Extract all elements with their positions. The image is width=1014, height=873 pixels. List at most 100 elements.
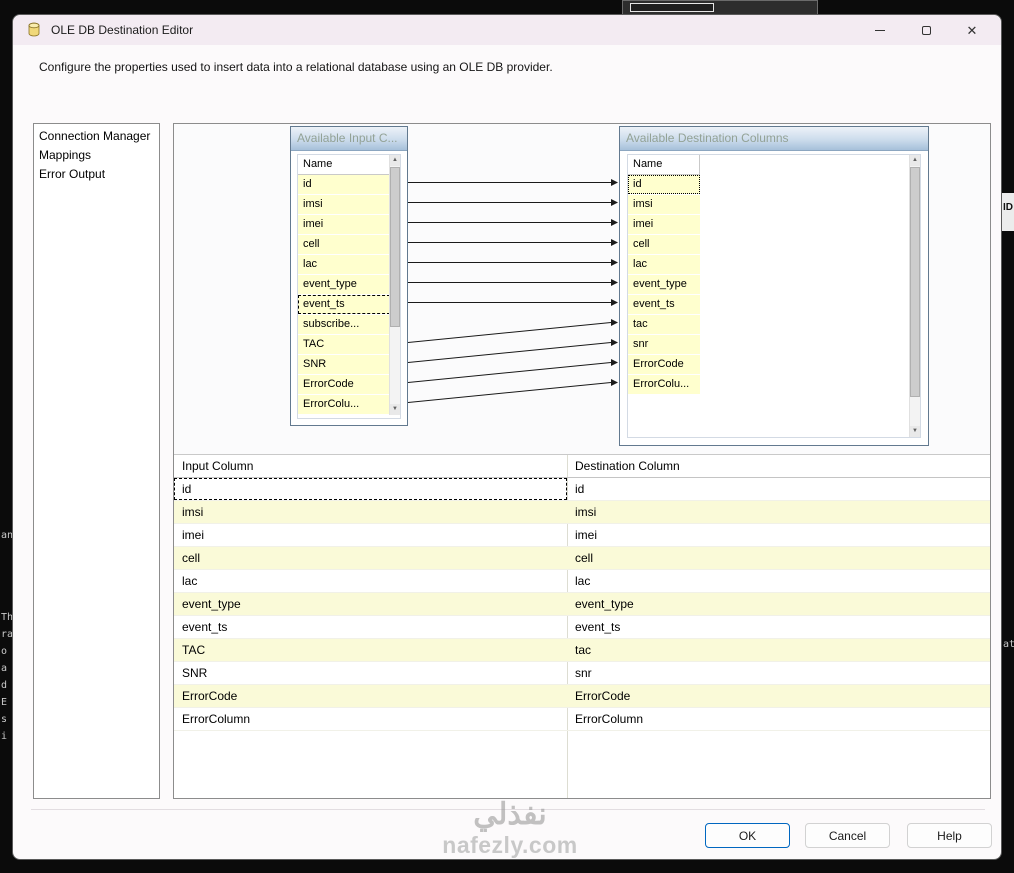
input-columns-rows: id imsi imei cell lac event_type event_ts subsc…	[298, 175, 390, 415]
mapping-arrow-icon	[611, 339, 618, 346]
input-column-cell[interactable]: cell	[174, 547, 567, 569]
input-column-item[interactable]: imsi	[298, 195, 390, 214]
available-input-columns-caption: Available Input C...	[291, 127, 407, 151]
destination-column-cell[interactable]: ErrorCode	[567, 685, 990, 707]
scroll-down-icon[interactable]: ▼	[910, 426, 920, 437]
mapping-line[interactable]	[408, 382, 612, 403]
scroll-up-icon[interactable]: ▲	[910, 155, 920, 166]
scroll-up-icon[interactable]: ▲	[390, 155, 400, 166]
input-column-item[interactable]: id	[298, 175, 390, 194]
input-column-cell[interactable]: SNR	[174, 662, 567, 684]
scrollbar-thumb[interactable]	[910, 167, 920, 397]
input-column-cell[interactable]: lac	[174, 570, 567, 592]
table-row: id id	[174, 478, 990, 501]
input-column-item[interactable]: event_type	[298, 275, 390, 294]
input-column-header: Input Column	[182, 459, 254, 473]
destination-column-cell[interactable]: id	[567, 478, 990, 500]
background-text-fragment: an	[1, 530, 12, 541]
ok-button[interactable]: OK	[705, 823, 790, 848]
destination-column-item[interactable]: imei	[628, 215, 700, 234]
destination-columns-rows: id imsi imei cell lac event_type event_ts tac sn…	[628, 175, 700, 395]
destination-column-cell[interactable]: imei	[567, 524, 990, 546]
window-title: OLE DB Destination Editor	[51, 23, 194, 37]
sidebar-item-error-output[interactable]: Error Output	[34, 165, 159, 184]
input-columns-scrollbar[interactable]: ▲ ▼	[389, 155, 400, 415]
table-row: lac lac	[174, 570, 990, 593]
background-window-box	[630, 3, 714, 12]
background-window-fragment	[622, 0, 818, 14]
cancel-button[interactable]: Cancel	[805, 823, 890, 848]
input-column-item[interactable]: TAC	[298, 335, 390, 354]
destination-column-item[interactable]: imsi	[628, 195, 700, 214]
destination-column-cell[interactable]: imsi	[567, 501, 990, 523]
destination-columns-scrollbar[interactable]: ▲ ▼	[909, 155, 920, 437]
scrollbar-thumb[interactable]	[390, 167, 400, 327]
background-left-edge-text: an Th ra o a d Es i	[0, 0, 12, 873]
input-column-item[interactable]: cell	[298, 235, 390, 254]
input-column-item[interactable]: ErrorColu...	[298, 395, 390, 414]
destination-column-cell[interactable]: tac	[567, 639, 990, 661]
input-column-item[interactable]: SNR	[298, 355, 390, 374]
table-row: event_ts event_ts	[174, 616, 990, 639]
input-column-cell[interactable]: event_type	[174, 593, 567, 615]
input-column-cell[interactable]: id	[174, 478, 567, 500]
destination-column-cell[interactable]: snr	[567, 662, 990, 684]
destination-column-item[interactable]: event_type	[628, 275, 700, 294]
destination-column-item[interactable]: tac	[628, 315, 700, 334]
input-column-item[interactable]: lac	[298, 255, 390, 274]
input-column-cell[interactable]: ErrorCode	[174, 685, 567, 707]
table-row: event_type event_type	[174, 593, 990, 616]
mapping-arrow-icon	[611, 239, 618, 246]
destination-column-cell[interactable]: event_ts	[567, 616, 990, 638]
available-destination-columns-box: Available Destination Columns Name id ims…	[619, 126, 929, 446]
available-destination-columns-caption: Available Destination Columns	[620, 127, 928, 151]
minimize-button[interactable]	[857, 15, 903, 45]
mapping-line[interactable]	[408, 322, 612, 343]
destination-column-item[interactable]: lac	[628, 255, 700, 274]
mapping-line[interactable]	[408, 342, 612, 363]
mapping-line[interactable]	[408, 362, 612, 383]
input-column-item[interactable]: event_ts	[298, 295, 390, 314]
input-column-cell[interactable]: TAC	[174, 639, 567, 661]
mapping-table-header: Input Column Destination Column	[174, 455, 990, 478]
window-controls: ✕	[857, 15, 995, 45]
background-text-fragment: E	[1, 697, 8, 708]
mapping-arrow-icon	[611, 199, 618, 206]
maximize-button[interactable]	[903, 15, 949, 45]
close-button[interactable]: ✕	[949, 15, 995, 45]
background-text-fragment: o	[1, 646, 8, 657]
destination-column-item[interactable]: ErrorColu...	[628, 375, 700, 394]
input-column-cell[interactable]: event_ts	[174, 616, 567, 638]
destination-column-item[interactable]: cell	[628, 235, 700, 254]
destination-column-cell[interactable]: ErrorColumn	[567, 708, 990, 730]
input-column-cell[interactable]: imsi	[174, 501, 567, 523]
sidebar-item-connection-manager[interactable]: Connection Manager	[34, 127, 159, 146]
scroll-down-icon[interactable]: ▼	[390, 404, 400, 415]
destination-column-item[interactable]: ErrorCode	[628, 355, 700, 374]
destination-column-item[interactable]: id	[628, 175, 700, 194]
input-column-item[interactable]: subscribe...	[298, 315, 390, 334]
destination-column-item[interactable]: event_ts	[628, 295, 700, 314]
mapping-arrow-icon	[611, 299, 618, 306]
minimize-icon	[875, 29, 885, 31]
table-row: SNR snr	[174, 662, 990, 685]
input-columns-list: Name id imsi imei cell lac event_type event_ts…	[297, 154, 401, 419]
available-input-columns-box: Available Input C... Name id imsi imei cell…	[290, 126, 408, 426]
dialog-description: Configure the properties used to insert …	[39, 60, 553, 74]
background-text-fragment: ra	[1, 629, 12, 640]
help-button[interactable]: Help	[907, 823, 992, 848]
maximize-icon	[921, 25, 931, 35]
background-text-fragment: Th	[1, 612, 12, 623]
destination-column-item[interactable]: snr	[628, 335, 700, 354]
table-row: cell cell	[174, 547, 990, 570]
sidebar-item-mappings[interactable]: Mappings	[34, 146, 159, 165]
title-bar[interactable]: OLE DB Destination Editor ✕	[13, 15, 1001, 45]
input-column-cell[interactable]: ErrorColumn	[174, 708, 567, 730]
destination-column-cell[interactable]: cell	[567, 547, 990, 569]
input-column-item[interactable]: ErrorCode	[298, 375, 390, 394]
input-column-item[interactable]: imei	[298, 215, 390, 234]
destination-column-cell[interactable]: lac	[567, 570, 990, 592]
close-icon: ✕	[966, 22, 978, 38]
input-column-cell[interactable]: imei	[174, 524, 567, 546]
destination-column-cell[interactable]: event_type	[567, 593, 990, 615]
